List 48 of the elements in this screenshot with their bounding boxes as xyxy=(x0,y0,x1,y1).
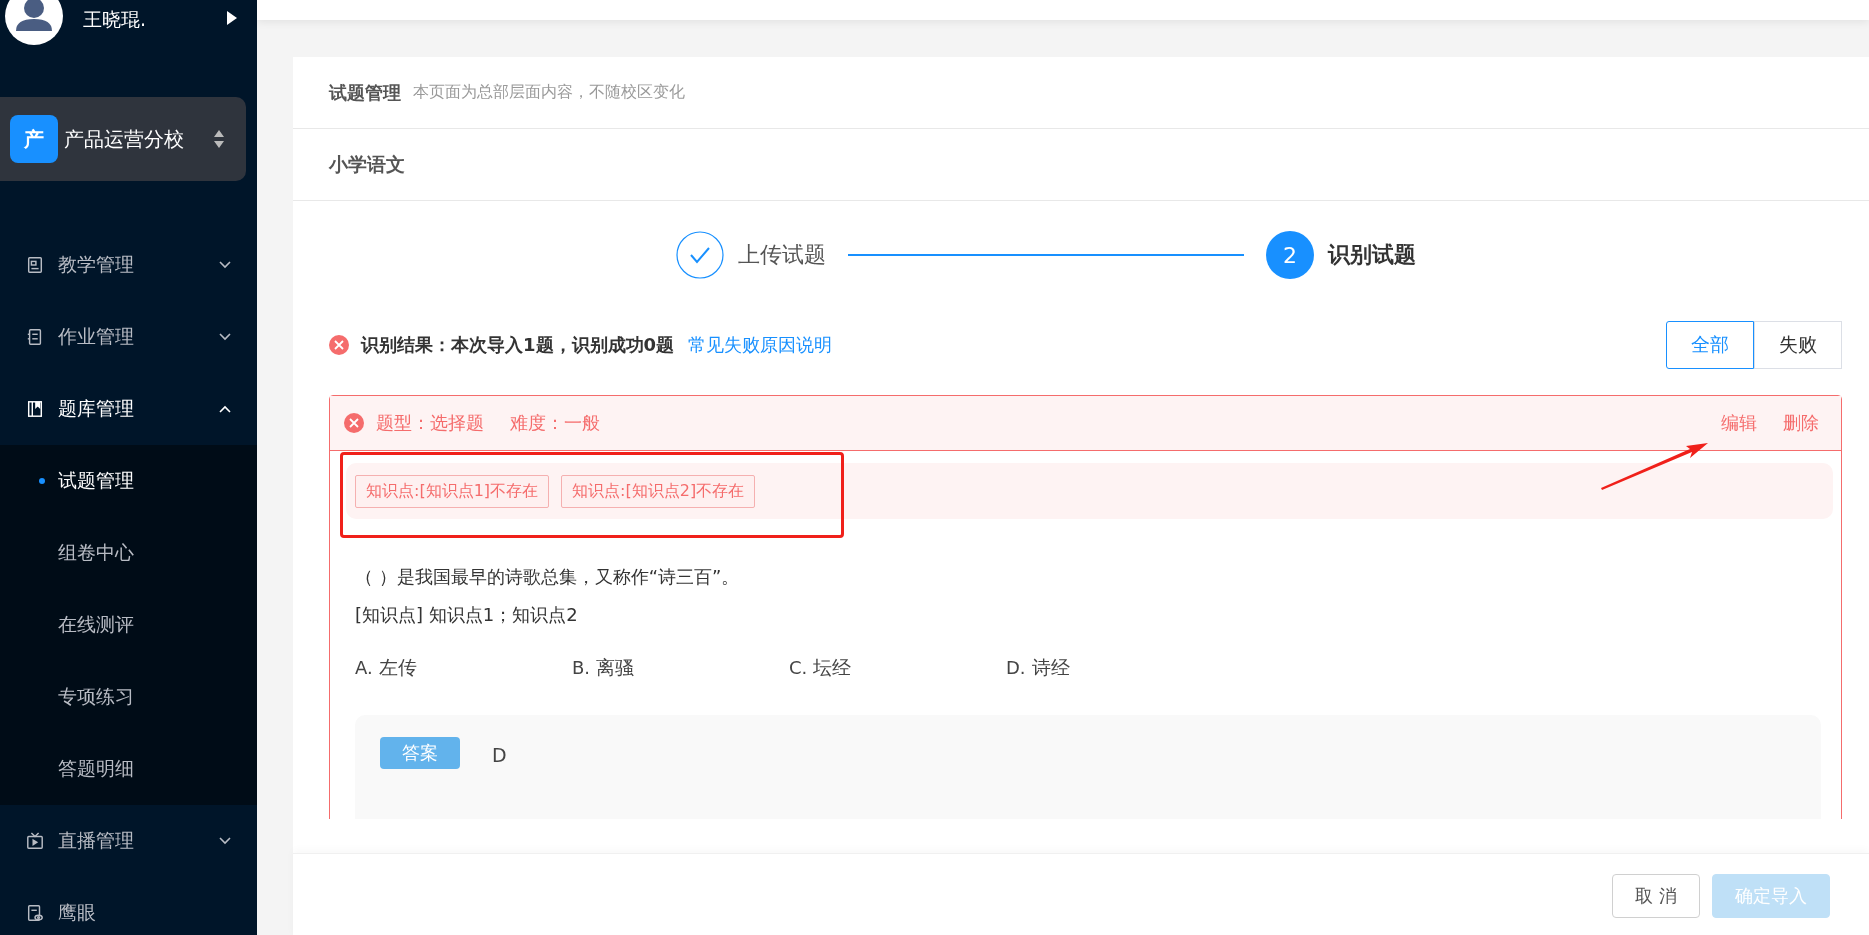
submenu-item[interactable]: 答题明细 xyxy=(0,733,257,805)
answer-option: C. 坛经 xyxy=(789,655,1006,681)
knowledge-points: [知识点] 知识点1；知识点2 xyxy=(355,603,579,627)
step-label: 识别试题 xyxy=(1328,241,1416,269)
error-tag: 知识点:[知识点2]不存在 xyxy=(561,474,756,508)
result-summary: 识别结果：本次导入1题，识别成功0题 xyxy=(361,333,675,357)
filter-button[interactable]: 失败 xyxy=(1754,321,1842,369)
chevron-icon xyxy=(219,261,231,269)
submenu-item[interactable]: 在线测评 xyxy=(0,589,257,661)
nav-item[interactable]: 作业管理 xyxy=(0,301,257,373)
chevron-icon xyxy=(219,405,231,413)
user-name: 王晓琨. xyxy=(83,7,147,32)
error-icon xyxy=(344,413,364,433)
answer-tag: 答案 xyxy=(380,737,460,769)
notebook-icon xyxy=(26,400,44,418)
expand-icon[interactable] xyxy=(227,11,237,25)
nav-item[interactable]: 鹰眼 xyxy=(0,877,257,935)
book-icon xyxy=(26,256,44,274)
school-badge: 产 xyxy=(10,115,58,163)
error-tag: 知识点:[知识点1]不存在 xyxy=(355,474,550,508)
nav-item[interactable]: 直播管理 xyxy=(0,805,257,877)
question-difficulty: 难度：一般 xyxy=(510,411,600,435)
cancel-button[interactable]: 取 消 xyxy=(1612,873,1700,918)
school-selector[interactable]: 产 产品运营分校 xyxy=(0,97,246,181)
page-title: 试题管理 xyxy=(329,80,401,105)
avatar-icon[interactable] xyxy=(5,0,63,45)
nav-item[interactable]: 教学管理 xyxy=(0,229,257,301)
question-stem: （ ）是我国最早的诗歌总集，又称作“诗三百”。 xyxy=(355,565,741,589)
document-icon xyxy=(26,328,44,346)
submenu-item[interactable]: 试题管理 xyxy=(0,445,257,517)
error-icon xyxy=(329,335,349,355)
step-label: 上传试题 xyxy=(738,241,826,269)
eye-document-icon xyxy=(26,904,44,922)
answer-option: B. 离骚 xyxy=(572,655,789,681)
answer-option: A. 左传 xyxy=(355,655,572,681)
nav-item[interactable]: 题库管理 xyxy=(0,373,257,445)
sort-icon xyxy=(214,130,224,148)
submenu-item[interactable]: 专项练习 xyxy=(0,661,257,733)
submenu-item[interactable]: 组卷中心 xyxy=(0,517,257,589)
page-note: 本页面为总部层面内容，不随校区变化 xyxy=(413,82,685,103)
answer-option: D. 诗经 xyxy=(1006,655,1223,681)
subject-title: 小学语文 xyxy=(329,151,405,177)
answer-value: D xyxy=(492,743,507,768)
question-type: 题型：选择题 xyxy=(376,411,484,435)
step-number: 2 xyxy=(1266,231,1314,279)
chevron-icon xyxy=(219,837,231,845)
tv-icon xyxy=(26,832,44,850)
chevron-icon xyxy=(219,333,231,341)
